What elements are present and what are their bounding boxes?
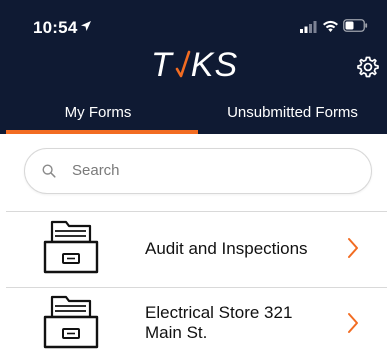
app-logo: T KS — [151, 45, 238, 85]
cellular-signal-icon — [300, 21, 317, 33]
file-cabinet-folder-icon — [43, 295, 99, 349]
logo-letter-t: T — [151, 45, 173, 84]
logo-letters-ks: KS — [190, 45, 239, 84]
gear-icon[interactable] — [356, 55, 380, 79]
chevron-right-icon — [348, 238, 358, 258]
location-arrow-icon — [81, 21, 91, 31]
search-icon — [42, 164, 56, 178]
list-item-label-line-1: Electrical Store 321 — [145, 303, 293, 322]
tab-unsubmitted-forms[interactable]: Unsubmitted Forms — [198, 100, 387, 134]
chevron-right-icon — [348, 313, 358, 333]
list-divider — [6, 287, 387, 288]
search-placeholder: Search — [72, 162, 120, 179]
list-divider — [6, 211, 387, 212]
tab-my-forms[interactable]: My Forms — [0, 100, 196, 134]
status-time: 10:54 — [33, 18, 78, 37]
logo-check-mark-icon — [175, 50, 191, 78]
wifi-icon — [323, 20, 338, 32]
battery-icon — [343, 19, 368, 32]
file-cabinet-folder-icon — [43, 220, 99, 274]
list-item-label: Audit and Inspections — [145, 239, 308, 258]
list-item-label-line-2: Main St. — [145, 323, 208, 342]
